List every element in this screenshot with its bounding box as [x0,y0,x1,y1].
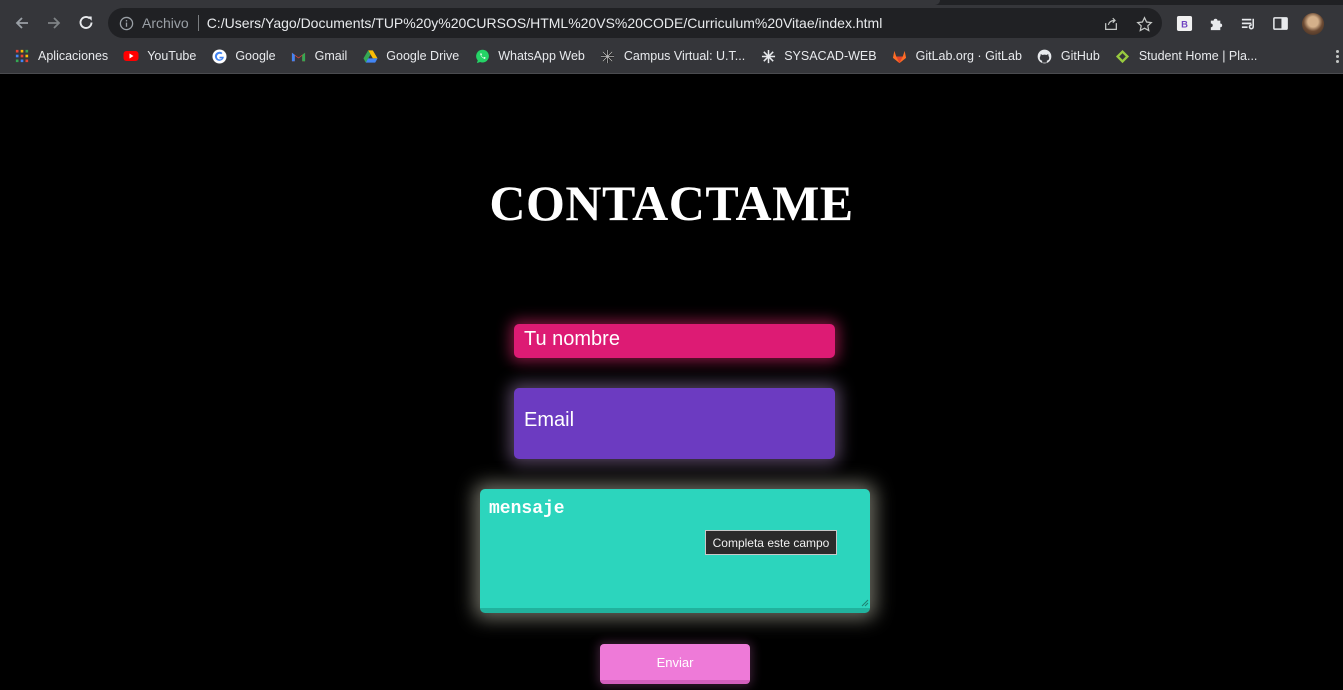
bookmark-label: WhatsApp Web [498,49,585,63]
arrow-left-icon [15,17,28,29]
profile-avatar[interactable] [1302,13,1324,35]
message-placeholder: mensaje [489,499,565,519]
resize-handle-icon[interactable] [859,597,869,607]
bookmark-label: GitLab.org · GitLab [915,49,1022,63]
extensions-puzzle-icon[interactable] [1206,13,1226,33]
youtube-icon [123,48,139,64]
bootstrap-extension-icon[interactable]: B [1174,13,1194,33]
bookmark-youtube[interactable]: YouTube [116,44,204,68]
utn-icon [760,48,776,64]
bookmark-label: Student Home | Pla... [1138,49,1258,63]
arrow-right-icon [48,17,61,29]
bookmarks-bar: Aplicaciones YouTube Google Gmail Google… [0,42,1343,70]
reload-button[interactable] [73,10,99,36]
bookmark-gmail[interactable]: Gmail [284,44,356,68]
email-input[interactable]: Email [514,388,835,459]
address-bar[interactable]: Archivo C:/Users/Yago/Documents/TUP%20y%… [108,8,1162,38]
svg-text:B: B [1181,19,1188,30]
bookmark-campus-virtual[interactable]: Campus Virtual: U.T... [593,44,753,68]
bookmark-student-home[interactable]: Student Home | Pla... [1108,44,1266,68]
bookmark-label: Google [235,49,276,63]
bookmark-label: GitHub [1060,49,1100,63]
bookmark-gitlab[interactable]: GitLab.org · GitLab [885,44,1030,68]
name-placeholder: Tu nombre [524,328,620,350]
bookmark-label: Gmail [314,49,348,63]
page-title: CONTACTAME [489,175,854,231]
email-placeholder: Email [524,409,575,431]
submit-button[interactable]: Enviar [600,644,750,684]
apps-grid-icon [14,48,30,64]
name-input[interactable]: Tu nombre [514,324,835,358]
bookmark-label: SYSACAD-WEB [784,49,877,63]
browser-chrome: Archivo C:/Users/Yago/Documents/TUP%20y%… [0,0,1343,74]
bookmark-whatsapp[interactable]: WhatsApp Web [467,44,593,68]
validation-tooltip: Completa este campo [705,530,837,555]
reload-icon [79,16,93,29]
url-text[interactable]: C:/Users/Yago/Documents/TUP%20y%20CURSOS… [207,15,883,31]
platzi-icon [1115,48,1131,64]
github-icon [1037,48,1053,64]
gitlab-icon [892,48,908,64]
bookmark-sysacad[interactable]: SYSACAD-WEB [753,44,884,68]
page-viewport: CONTACTAME Tu nombre Email mensaje Compl… [0,74,1343,690]
security-chip[interactable]: Archivo [142,15,189,31]
bookmark-label: Campus Virtual: U.T... [623,49,746,63]
browser-toolbar: Archivo C:/Users/Yago/Documents/TUP%20y%… [0,5,1343,41]
utn-icon [600,48,616,64]
omnibox-separator [197,15,199,31]
google-drive-icon [362,48,378,64]
bookmark-google[interactable]: Google [204,44,283,68]
bookmark-aplicaciones[interactable]: Aplicaciones [0,44,116,68]
bookmark-star-icon[interactable] [1135,15,1153,33]
bookmark-label: YouTube [147,49,197,63]
bookmark-github[interactable]: GitHub [1030,44,1108,68]
media-queue-icon[interactable] [1238,13,1258,33]
share-icon[interactable] [1102,15,1120,33]
side-panel-icon[interactable] [1270,13,1290,33]
google-icon [211,48,227,64]
more-bookmarks-icon[interactable] [1333,42,1341,70]
gmail-icon [291,48,307,64]
bookmark-google-drive[interactable]: Google Drive [355,44,467,68]
bookmark-label: Aplicaciones [38,49,109,63]
whatsapp-icon [474,48,490,64]
bookmark-label: Google Drive [386,49,460,63]
back-button[interactable] [9,10,35,36]
info-icon[interactable] [119,16,134,31]
forward-button[interactable] [41,10,67,36]
